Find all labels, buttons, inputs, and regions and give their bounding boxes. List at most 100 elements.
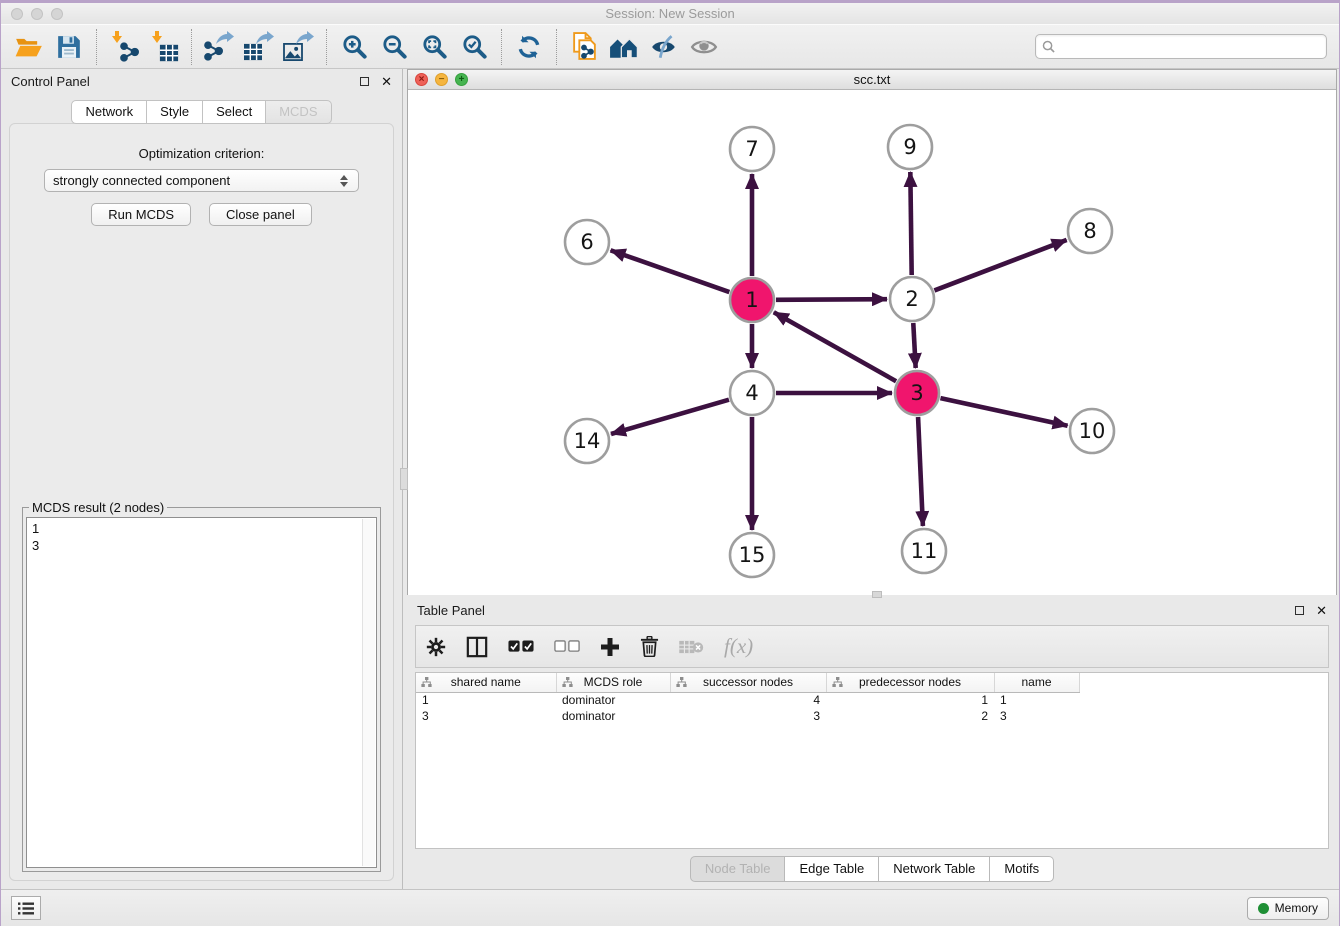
column-header-successor-nodes[interactable]: successor nodes: [670, 673, 826, 692]
tab-edge-table[interactable]: Edge Table: [785, 856, 879, 882]
import-network-button[interactable]: [104, 27, 144, 67]
select-checked-icon[interactable]: [508, 640, 534, 653]
zoom-fit-icon: [421, 33, 448, 60]
import-network-icon: [108, 31, 140, 63]
control-panel-header: Control Panel ✕: [1, 69, 402, 94]
svg-text:3: 3: [910, 381, 923, 405]
toolbar-separator: [326, 29, 327, 65]
graph-node-1[interactable]: 1: [730, 278, 774, 322]
graph-node-11[interactable]: 11: [902, 529, 946, 573]
zoom-out-button[interactable]: [374, 27, 414, 67]
mcds-result-list[interactable]: 1 3: [26, 517, 377, 868]
import-table-button[interactable]: [144, 27, 184, 67]
graph-edge-3-11[interactable]: [918, 417, 923, 526]
search-icon: [1042, 40, 1055, 53]
graph-node-7[interactable]: 7: [730, 127, 774, 171]
mcds-result-line: 1: [32, 520, 371, 537]
export-image-icon: [283, 31, 315, 63]
graph-node-2[interactable]: 2: [890, 277, 934, 321]
task-history-button[interactable]: [11, 896, 41, 920]
splitter-grip[interactable]: [872, 591, 882, 598]
show-hide-button[interactable]: [684, 27, 724, 67]
close-panel-icon[interactable]: ✕: [381, 75, 392, 88]
graph-edge-2-3[interactable]: [913, 323, 915, 368]
refresh-layout-button[interactable]: [509, 27, 549, 67]
tab-motifs[interactable]: Motifs: [990, 856, 1054, 882]
style-preview-button[interactable]: [644, 27, 684, 67]
graph-edge-4-14[interactable]: [611, 400, 729, 434]
export-table-icon: [243, 31, 275, 63]
delete-icon[interactable]: [640, 636, 659, 657]
column-header-predecessor-nodes[interactable]: predecessor nodes: [826, 673, 994, 692]
table-toolbar: f(x): [415, 625, 1329, 668]
graph-node-4[interactable]: 4: [730, 371, 774, 415]
column-header-mcds-role[interactable]: MCDS role: [556, 673, 670, 692]
zoom-in-button[interactable]: [334, 27, 374, 67]
home-button[interactable]: [604, 27, 644, 67]
graph-edge-3-10[interactable]: [940, 398, 1067, 426]
graph-node-15[interactable]: 15: [730, 533, 774, 577]
node-table[interactable]: shared name MCDS role successor nodes: [415, 672, 1329, 849]
memory-button[interactable]: Memory: [1247, 897, 1329, 920]
export-table-button[interactable]: [239, 27, 279, 67]
zoom-selected-icon: [461, 33, 488, 60]
table-row[interactable]: 3 dominator 3 2 3: [416, 708, 1079, 724]
float-panel-icon[interactable]: [360, 77, 369, 86]
search-input[interactable]: [1059, 39, 1320, 54]
result-scrollbar[interactable]: [362, 519, 375, 866]
tab-node-table[interactable]: Node Table: [690, 856, 786, 882]
graph-edge-2-9[interactable]: [910, 172, 911, 275]
splitter-grip[interactable]: [400, 468, 408, 490]
export-network-icon: [203, 31, 235, 63]
control-panel: Control Panel ✕ Network Style Select MCD…: [1, 69, 402, 889]
graph-edge-1-6[interactable]: [611, 250, 730, 292]
run-mcds-button[interactable]: Run MCDS: [91, 203, 191, 226]
graph-node-10[interactable]: 10: [1070, 409, 1114, 453]
graph-node-14[interactable]: 14: [565, 419, 609, 463]
toolbar-separator: [191, 29, 192, 65]
select-unchecked-icon[interactable]: [554, 640, 580, 653]
export-image-button[interactable]: [279, 27, 319, 67]
graph-edge-1-2[interactable]: [776, 299, 887, 300]
zoom-selected-button[interactable]: [454, 27, 494, 67]
close-panel-icon[interactable]: ✕: [1316, 604, 1327, 617]
tab-select[interactable]: Select: [203, 100, 266, 124]
control-panel-tabs: Network Style Select MCDS: [1, 100, 402, 124]
network-graph[interactable]: 1 2 3 4 6 7 8 9 10 11 14 15: [408, 90, 1338, 593]
graph-node-9[interactable]: 9: [888, 125, 932, 169]
graph-edge-2-8[interactable]: [934, 240, 1066, 291]
svg-text:15: 15: [739, 543, 766, 567]
tab-network-table[interactable]: Network Table: [879, 856, 990, 882]
float-panel-icon[interactable]: [1295, 606, 1304, 615]
list-icon: [18, 902, 34, 915]
duplicate-network-button[interactable]: [564, 27, 604, 67]
search-field[interactable]: [1035, 34, 1327, 59]
graph-node-8[interactable]: 8: [1068, 209, 1112, 253]
network-canvas[interactable]: 1 2 3 4 6 7 8 9 10 11 14 15: [408, 90, 1336, 598]
zoom-fit-button[interactable]: [414, 27, 454, 67]
app-window: Session: New Session: [0, 0, 1340, 926]
column-header-shared-name[interactable]: shared name: [416, 673, 556, 692]
close-panel-button[interactable]: Close panel: [209, 203, 312, 226]
optimization-criterion-select[interactable]: strongly connected component: [44, 169, 359, 192]
add-column-icon[interactable]: [600, 637, 620, 657]
network-titlebar: × − + scc.txt: [408, 70, 1336, 90]
tab-style[interactable]: Style: [147, 100, 203, 124]
vertical-splitter[interactable]: [402, 69, 407, 889]
open-session-button[interactable]: [9, 27, 49, 67]
table-header-row: shared name MCDS role successor nodes: [416, 673, 1079, 692]
table-row[interactable]: 1 dominator 4 1 1: [416, 692, 1079, 708]
gear-icon[interactable]: [426, 637, 446, 657]
refresh-icon: [516, 34, 542, 60]
column-header-name[interactable]: name: [994, 673, 1079, 692]
split-column-icon[interactable]: [466, 636, 488, 658]
graph-edge-3-1[interactable]: [774, 312, 896, 381]
tab-mcds[interactable]: MCDS: [266, 100, 331, 124]
optimization-criterion-label: Optimization criterion:: [16, 146, 387, 161]
tab-network[interactable]: Network: [71, 100, 147, 124]
graph-node-6[interactable]: 6: [565, 220, 609, 264]
horizontal-splitter[interactable]: [407, 595, 1337, 598]
save-session-button[interactable]: [49, 27, 89, 67]
graph-node-3[interactable]: 3: [895, 371, 939, 415]
export-network-button[interactable]: [199, 27, 239, 67]
